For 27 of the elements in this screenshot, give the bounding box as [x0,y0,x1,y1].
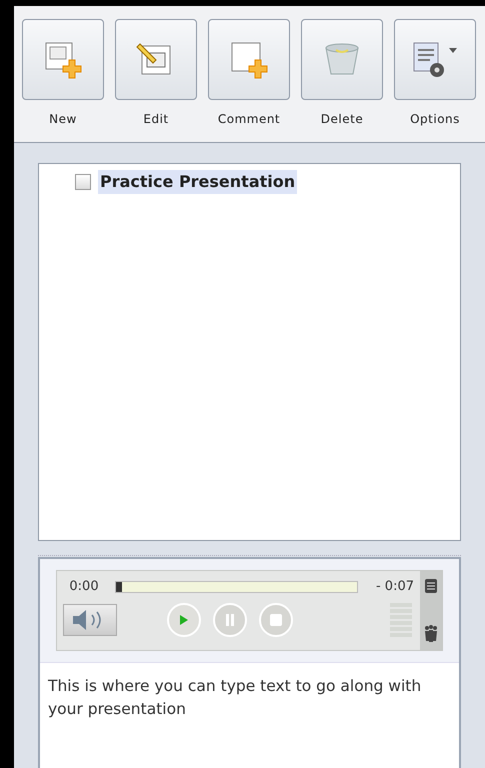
add-slide-icon [229,40,269,80]
toolbar-label: Options [410,111,460,128]
volume-button[interactable] [63,604,117,636]
elapsed-time: 0:00 [68,578,100,596]
notes-field[interactable]: This is where you can type text to go along with your presentation [40,663,459,768]
remaining-time: - 0:07 [374,578,414,596]
toolbar-button[interactable] [22,19,104,100]
progress-track[interactable] [115,580,358,593]
settings-icon [411,40,459,80]
stop-button[interactable] [259,602,293,636]
new-slide-icon [43,40,83,80]
toolbar-label: Edit [143,111,169,128]
pause-icon [225,614,235,626]
toolbar-button[interactable] [208,19,290,100]
toolbar-label: New [49,111,77,128]
tree-item[interactable]: Practice Presentation [98,170,298,194]
play-button[interactable] [167,602,201,636]
toolbar-button[interactable] [394,19,476,100]
toolbar-label: Delete [320,111,364,128]
play-icon [179,614,189,626]
people-icon[interactable] [424,624,438,642]
toolbar-button[interactable] [115,19,197,100]
toolbar-label: Comment [218,111,280,128]
pause-button[interactable] [213,602,247,636]
checkbox[interactable] [75,174,91,190]
menu-icon[interactable] [425,579,437,593]
stop-icon [270,614,282,626]
